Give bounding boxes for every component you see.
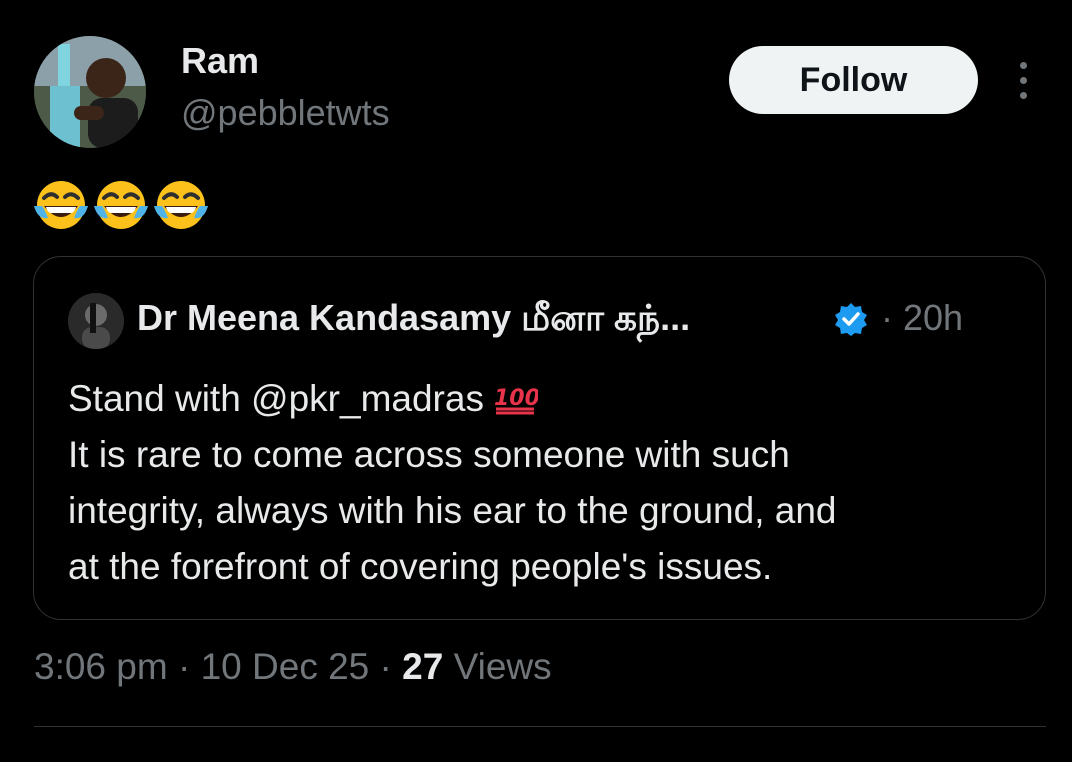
- author-handle[interactable]: @pebbletwts: [181, 92, 390, 134]
- views-count: 27: [402, 646, 444, 687]
- quoted-tweet-text: Stand with @pkr_madras 100 It is rare to…: [68, 371, 1028, 595]
- quoted-text-line: at the forefront of covering people's is…: [68, 546, 773, 587]
- quoted-text-line: integrity, always with his ear to the gr…: [68, 490, 837, 531]
- quoted-author-name[interactable]: Dr Meena Kandasamy மீனா கந்...: [137, 297, 690, 344]
- more-dot-icon: [1019, 76, 1027, 84]
- quoted-author-photo: [68, 293, 124, 349]
- author-avatar[interactable]: [34, 36, 146, 148]
- more-options-button[interactable]: [1008, 60, 1038, 100]
- separator-dot: ·: [881, 297, 893, 338]
- post-time[interactable]: 3:06 pm: [34, 646, 168, 687]
- quoted-time-text: 20h: [903, 297, 964, 338]
- views-label: Views: [453, 646, 552, 687]
- svg-text:100: 100: [494, 386, 538, 411]
- quoted-text-line: It is rare to come across someone with s…: [68, 434, 790, 475]
- separator-dot: ·: [379, 646, 392, 687]
- more-dot-icon: [1019, 91, 1027, 99]
- face-with-tears-of-joy-icon: [34, 181, 88, 229]
- views-link[interactable]: 27 Views: [402, 646, 551, 687]
- author-display-name[interactable]: Ram: [181, 40, 259, 82]
- divider: [34, 726, 1046, 727]
- quoted-tweet-card[interactable]: Dr Meena Kandasamy மீனா கந்... · 20h Sta…: [33, 256, 1046, 620]
- separator-dot: ·: [177, 646, 191, 687]
- tweet-text: [32, 176, 210, 234]
- more-dot-icon: [1019, 61, 1027, 69]
- tweet-detail: Ram @pebbletwts Follow Dr Meena Kandasam…: [0, 0, 1072, 762]
- face-with-tears-of-joy-icon: [94, 181, 148, 229]
- quoted-timestamp[interactable]: · 20h: [881, 297, 963, 339]
- quoted-author-avatar[interactable]: [68, 293, 124, 349]
- quoted-text-line: Stand with @pkr_madras 100: [68, 371, 1028, 427]
- face-with-tears-of-joy-icon: [154, 181, 208, 229]
- tweet-meta: 3:06 pm · 10 Dec 25 · 27 Views: [34, 646, 552, 688]
- post-date[interactable]: 10 Dec 25: [201, 646, 370, 687]
- follow-button[interactable]: Follow: [729, 46, 978, 114]
- verified-badge-icon: [835, 303, 867, 336]
- hundred-points-icon: 100: [494, 386, 538, 415]
- quoted-text-segment: Stand with @pkr_madras: [68, 378, 484, 419]
- author-photo: [34, 36, 146, 148]
